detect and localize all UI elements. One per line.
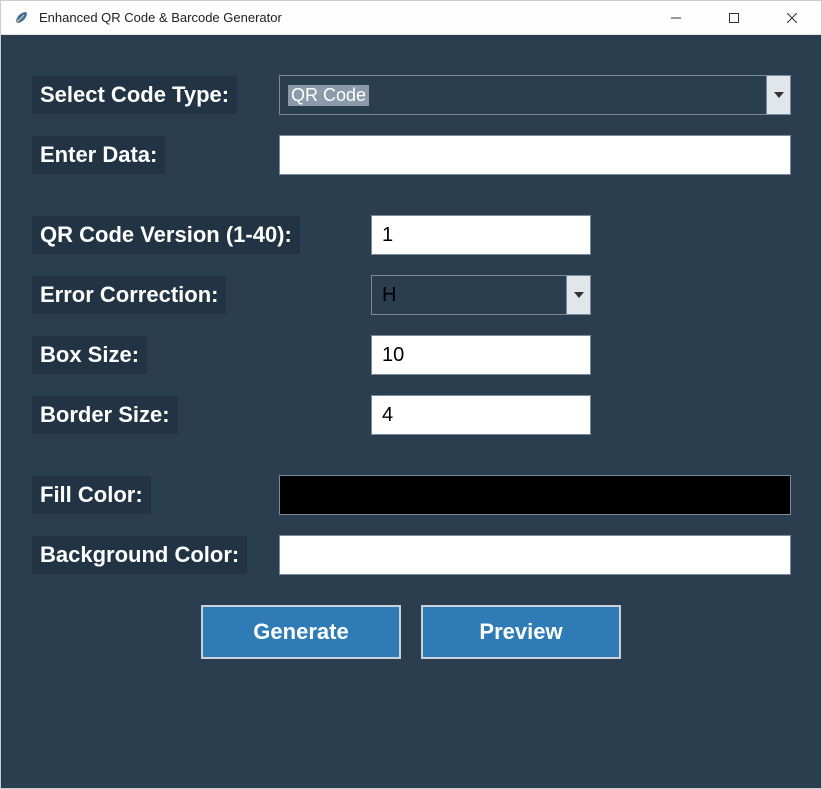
row-code-type: Select Code Type: QR Code [31, 75, 791, 115]
label-fill-color: Fill Color: [31, 475, 152, 515]
code-type-dropdown[interactable]: QR Code [279, 75, 791, 115]
minimize-icon [671, 13, 681, 23]
label-border-size: Border Size: [31, 395, 179, 435]
button-row: Generate Preview [31, 605, 791, 659]
box-size-input[interactable] [371, 335, 591, 375]
row-background-color: Background Color: [31, 535, 791, 575]
minimize-button[interactable] [647, 1, 705, 34]
error-correction-value: H [372, 276, 566, 314]
fill-color-swatch[interactable] [279, 475, 791, 515]
row-error-correction: Error Correction: H [31, 275, 791, 315]
label-enter-data: Enter Data: [31, 135, 166, 175]
form-area: Select Code Type: QR Code Enter Data: QR… [1, 35, 821, 788]
label-qr-version: QR Code Version (1-40): [31, 215, 301, 255]
chevron-down-icon [566, 276, 590, 314]
close-icon [787, 13, 797, 23]
chevron-down-icon [766, 76, 790, 114]
preview-button[interactable]: Preview [421, 605, 621, 659]
qr-version-input[interactable] [371, 215, 591, 255]
feather-icon [13, 10, 29, 26]
code-type-value: QR Code [280, 76, 766, 114]
label-background-color: Background Color: [31, 535, 248, 575]
row-version: QR Code Version (1-40): [31, 215, 791, 255]
error-correction-dropdown[interactable]: H [371, 275, 591, 315]
row-fill-color: Fill Color: [31, 475, 791, 515]
close-button[interactable] [763, 1, 821, 34]
label-error-correction: Error Correction: [31, 275, 227, 315]
row-border-size: Border Size: [31, 395, 791, 435]
label-code-type: Select Code Type: [31, 75, 238, 115]
row-box-size: Box Size: [31, 335, 791, 375]
border-size-input[interactable] [371, 395, 591, 435]
row-data: Enter Data: [31, 135, 791, 175]
maximize-button[interactable] [705, 1, 763, 34]
app-window: Enhanced QR Code & Barcode Generator Sel… [0, 0, 822, 789]
window-controls [647, 1, 821, 34]
maximize-icon [729, 13, 739, 23]
titlebar: Enhanced QR Code & Barcode Generator [1, 1, 821, 35]
data-input[interactable] [279, 135, 791, 175]
window-title: Enhanced QR Code & Barcode Generator [39, 10, 647, 25]
label-box-size: Box Size: [31, 335, 148, 375]
generate-button[interactable]: Generate [201, 605, 401, 659]
background-color-swatch[interactable] [279, 535, 791, 575]
